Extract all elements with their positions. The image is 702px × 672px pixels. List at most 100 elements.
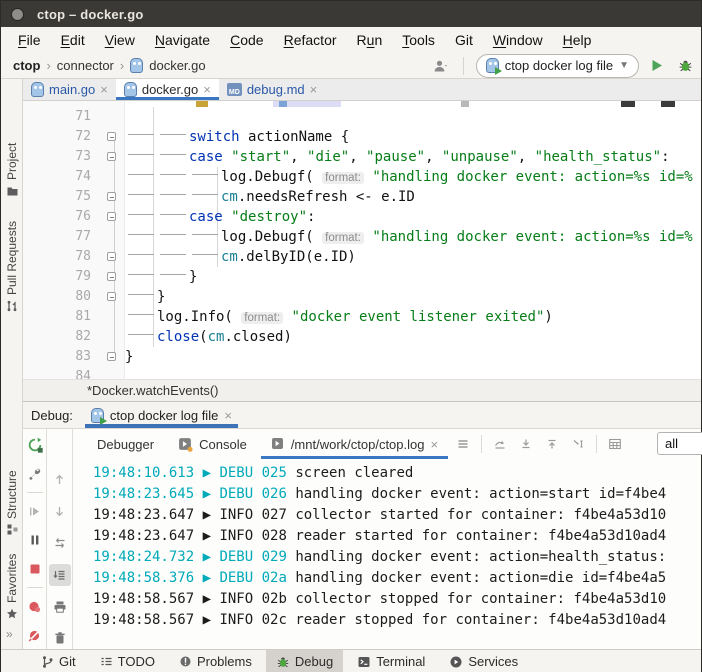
sidebar-item-structure[interactable]: Structure [5,513,19,535]
fold-marker-icon[interactable] [107,252,116,261]
go-run-config-icon [91,408,104,423]
restore-layout-icon[interactable] [49,532,71,554]
close-icon[interactable]: × [224,409,232,422]
debug-session-label: ctop docker log file [110,408,218,423]
statusbar-item-services[interactable]: Services [439,650,528,672]
statusbar-item-debug[interactable]: Debug [266,650,343,672]
menu-code[interactable]: Code [221,30,272,50]
tab-main.go[interactable]: main.go× [23,79,116,100]
print-icon[interactable] [49,596,71,618]
scroll-down-icon[interactable] [515,433,537,455]
code-line: 82close(cm.closed) [23,327,701,347]
menu-edit[interactable]: Edit [52,30,94,50]
statusbar-item-problems[interactable]: Problems [169,650,262,672]
menu-refactor[interactable]: Refactor [275,30,346,50]
sidebar-item-pull-requests[interactable]: Pull Requests [5,290,19,312]
breadcrumb[interactable]: ctop›connector›docker.go [13,58,431,73]
close-icon[interactable]: × [100,83,108,96]
sidebar-item-favorites[interactable]: Favorites [5,598,19,620]
git-branch-icon [41,655,54,669]
line-number[interactable]: 71 [23,107,97,127]
fold-marker-icon[interactable] [107,192,116,201]
up-icon[interactable] [49,469,71,491]
close-icon[interactable]: × [310,83,318,96]
menu-window[interactable]: Window [484,30,552,50]
line-number[interactable]: 80 [23,287,97,307]
delete-icon[interactable] [49,627,71,649]
menu-tools[interactable]: Tools [393,30,444,50]
breadcrumb-item[interactable]: docker.go [149,58,205,73]
stop-icon[interactable] [24,558,46,580]
statusbar-item-git[interactable]: Git [31,650,86,672]
fold-marker-icon[interactable] [107,132,116,141]
line-number[interactable]: 74 [23,167,97,187]
code-line: 73case "start", "die", "pause", "unpause… [23,147,701,167]
tab-debugger[interactable]: Debugger [87,429,164,459]
code-line: 77log.Debugf( format: "handling docker e… [23,227,701,247]
log-filter-select[interactable]: all [657,432,702,455]
close-icon[interactable]: × [430,438,438,451]
line-number[interactable]: 79 [23,267,97,287]
menu-help[interactable]: Help [554,30,601,50]
more-tool-windows-icon[interactable]: » [6,627,13,641]
editor-context-bar: *Docker.watchEvents() [23,379,701,401]
menu-icon[interactable] [452,433,474,455]
menu-git[interactable]: Git [446,30,482,50]
fold-marker-icon[interactable] [107,292,116,301]
debug-button[interactable] [675,56,695,76]
run-config-select[interactable]: ctop docker log file ▼ [476,54,639,78]
close-icon[interactable]: × [203,83,211,96]
log-output[interactable]: 19:48:10.613 ▶ DEBU 025 screen cleared19… [73,459,701,649]
debug-panel-body: Debugger Console /mnt/work/ctop/ctop.log… [23,429,701,649]
fold-marker-icon[interactable] [107,272,116,281]
tab-log-file[interactable]: /mnt/work/ctop/ctop.log × [261,429,448,459]
fold-marker-icon[interactable] [107,352,116,361]
fold-marker-icon[interactable] [107,152,116,161]
window-button[interactable] [11,8,24,21]
line-number[interactable]: 78 [23,247,97,267]
menu-run[interactable]: Run [348,30,392,50]
tab-console[interactable]: Console [168,429,257,459]
tab-docker.go[interactable]: docker.go× [116,79,219,100]
statusbar-item-todo[interactable]: TODO [90,650,165,672]
code-line: 83} [23,347,701,367]
menu-navigate[interactable]: Navigate [146,30,219,50]
skip-to-end-icon[interactable] [489,433,511,455]
rerun-icon[interactable] [24,434,46,456]
menu-file[interactable]: File [9,30,50,50]
breakpoints-icon[interactable] [24,595,46,617]
code-line: 80} [23,287,701,307]
code-line: 81log.Info( format: "docker event listen… [23,307,701,327]
debug-session-tab[interactable]: ctop docker log file × [85,402,238,428]
breadcrumb-item[interactable]: ctop [13,58,40,73]
table-icon[interactable] [604,433,626,455]
scroll-up-icon[interactable] [541,433,563,455]
line-number[interactable]: 81 [23,307,97,327]
line-number[interactable]: 76 [23,207,97,227]
line-number[interactable]: 72 [23,127,97,147]
statusbar-item-terminal[interactable]: Terminal [347,650,435,672]
line-number[interactable]: 75 [23,187,97,207]
line-number[interactable]: 73 [23,147,97,167]
menu-view[interactable]: View [96,30,144,50]
line-number[interactable]: 82 [23,327,97,347]
line-number[interactable]: 77 [23,227,97,247]
sidebar-item-project[interactable]: Project [5,175,19,197]
fold-marker-icon[interactable] [107,212,116,221]
editor-code: 7172switch actionName {73case "start", "… [23,107,701,379]
mute-breakpoints-icon[interactable] [24,624,46,646]
scroll-to-end-icon[interactable] [49,564,71,586]
terminal-icon [357,655,371,669]
line-number[interactable]: 84 [23,367,97,379]
user-icon[interactable] [431,56,451,76]
wrench-icon[interactable] [24,463,46,485]
pause-icon[interactable] [24,529,46,551]
down-icon[interactable] [49,501,71,523]
line-number[interactable]: 83 [23,347,97,367]
editor[interactable]: 7172switch actionName {73case "start", "… [23,101,701,379]
tab-debug.md[interactable]: MDdebug.md× [219,79,325,100]
run-button[interactable] [647,56,667,76]
resume-icon[interactable] [24,500,46,522]
breadcrumb-item[interactable]: connector [57,58,114,73]
follow-caret-icon[interactable] [567,433,589,455]
